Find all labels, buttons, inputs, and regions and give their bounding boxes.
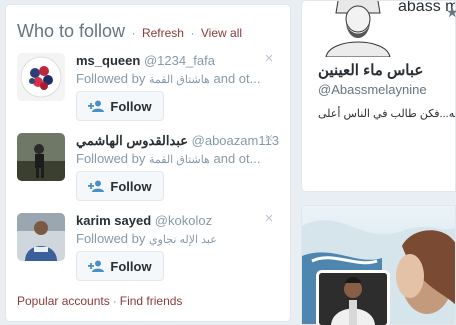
user-name[interactable]: karim sayed: [76, 213, 151, 228]
view-all-link[interactable]: View all: [201, 26, 242, 40]
followed-by-text: Followed by هاشتاق القمة and ot...: [76, 151, 260, 168]
profile-card: abass me عباس ماء العينين @Abassmelaynin…: [301, 0, 456, 192]
close-icon[interactable]: ×: [263, 131, 275, 146]
followed-by-text: Followed by عبد الإله نجاوي: [76, 231, 217, 248]
find-friends-link[interactable]: Find friends: [120, 294, 183, 308]
follow-button[interactable]: Follow: [76, 171, 164, 201]
who-to-follow-module: Who to follow · Refresh · View all ms_qu…: [5, 4, 291, 322]
profile-bio: سه...فكن طالب في الناس أعلى: [318, 108, 456, 120]
suggestion-name-line: عبدالقدوس الهاشمي @aboazam113: [76, 133, 279, 149]
separator: ·: [190, 26, 195, 40]
refresh-link[interactable]: Refresh: [142, 26, 184, 40]
profile-avatar[interactable]: [318, 1, 398, 58]
followed-by-label: Followed by: [76, 231, 146, 246]
user-handle[interactable]: @kokoloz: [155, 213, 212, 228]
followed-by-names[interactable]: هاشتاق القمة: [149, 154, 210, 166]
suggestion-item: ms_queen @1234_fafa Followed by هاشتاق ا…: [17, 51, 277, 125]
popular-accounts-link[interactable]: Popular accounts: [17, 294, 110, 308]
suggestion-name-line: ms_queen @1234_fafa: [76, 53, 215, 69]
add-person-icon: [88, 260, 105, 272]
follow-button[interactable]: Follow: [76, 91, 164, 121]
wtf-title: Who to follow: [17, 21, 126, 41]
wtf-footer: Popular accounts · Find friends: [17, 294, 182, 308]
suggestion-item: karim sayed @kokoloz Followed by عبد الإ…: [17, 211, 277, 285]
close-icon[interactable]: ×: [263, 51, 275, 66]
add-person-icon: [88, 100, 105, 112]
follow-label: Follow: [110, 258, 152, 274]
add-person-icon: [88, 180, 105, 192]
avatar[interactable]: [17, 133, 65, 181]
followed-by-names[interactable]: هاشتاق القمة: [149, 74, 210, 86]
user-name[interactable]: عبدالقدوس الهاشمي: [76, 133, 188, 148]
follow-label: Follow: [110, 98, 152, 114]
user-name[interactable]: ms_queen: [76, 53, 140, 68]
separator: ·: [131, 26, 136, 40]
user-handle[interactable]: @1234_fafa: [144, 53, 215, 68]
followed-by-more: and ot...: [213, 71, 261, 86]
followed-by-label: Followed by: [76, 151, 146, 166]
followed-by-names[interactable]: عبد الإله نجاوي: [149, 234, 217, 246]
profile-name[interactable]: عباس ماء العينين: [318, 61, 423, 79]
star-icon[interactable]: ★: [446, 4, 456, 21]
avatar[interactable]: [17, 213, 65, 261]
profile-handle[interactable]: @Abassmelaynine: [318, 82, 427, 97]
followed-by-text: Followed by هاشتاق القمة and ot...: [76, 71, 260, 88]
close-icon[interactable]: ×: [263, 211, 275, 226]
wtf-header: Who to follow · Refresh · View all: [17, 21, 242, 42]
suggestion-name-line: karim sayed @kokoloz: [76, 213, 212, 229]
separator: ·: [112, 294, 117, 308]
avatar[interactable]: [17, 53, 65, 101]
suggestion-item: عبدالقدوس الهاشمي @aboazam113 Followed b…: [17, 131, 279, 205]
follow-button[interactable]: Follow: [76, 251, 164, 281]
followed-by-more: and ot...: [213, 151, 261, 166]
follow-label: Follow: [110, 178, 152, 194]
media-card-avatar[interactable]: [316, 270, 390, 325]
followed-by-label: Followed by: [76, 71, 146, 86]
